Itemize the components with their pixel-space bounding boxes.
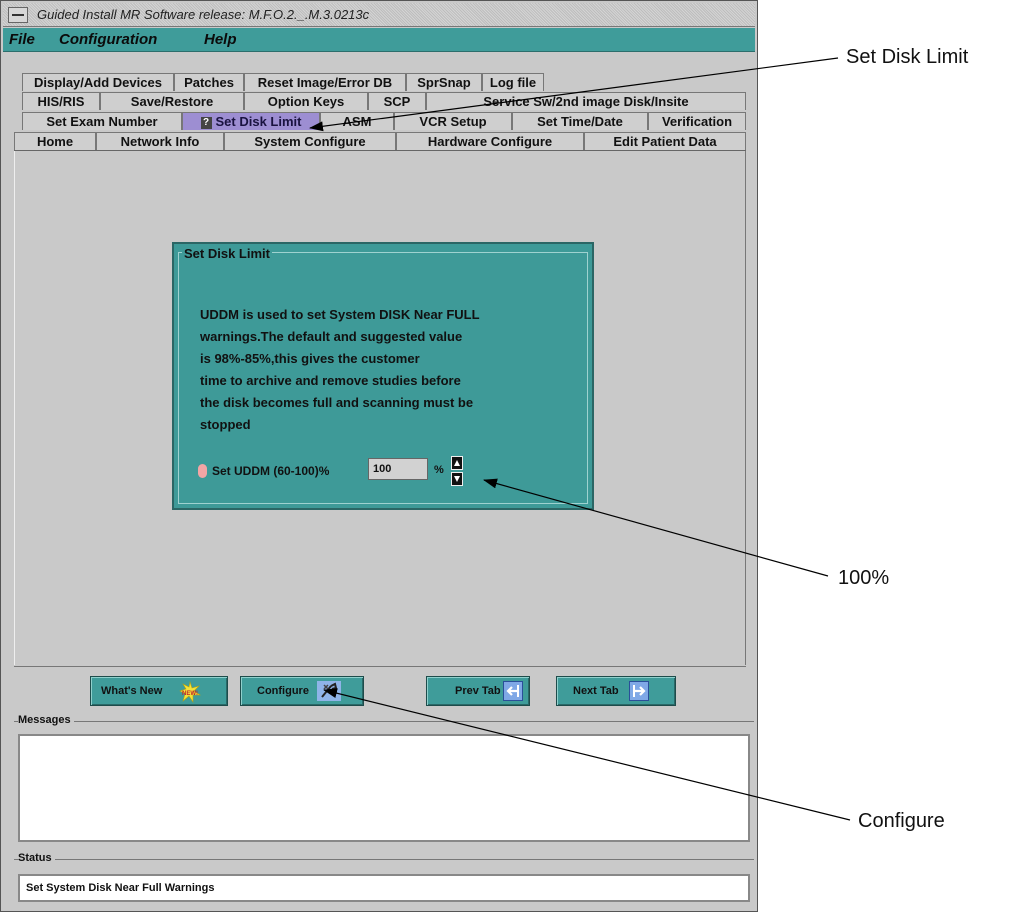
callout-line-100-percent (483, 478, 829, 577)
callout-line-configure (323, 688, 851, 821)
callout-line-set-disk-limit (309, 57, 839, 132)
callout-arrows (309, 57, 851, 821)
